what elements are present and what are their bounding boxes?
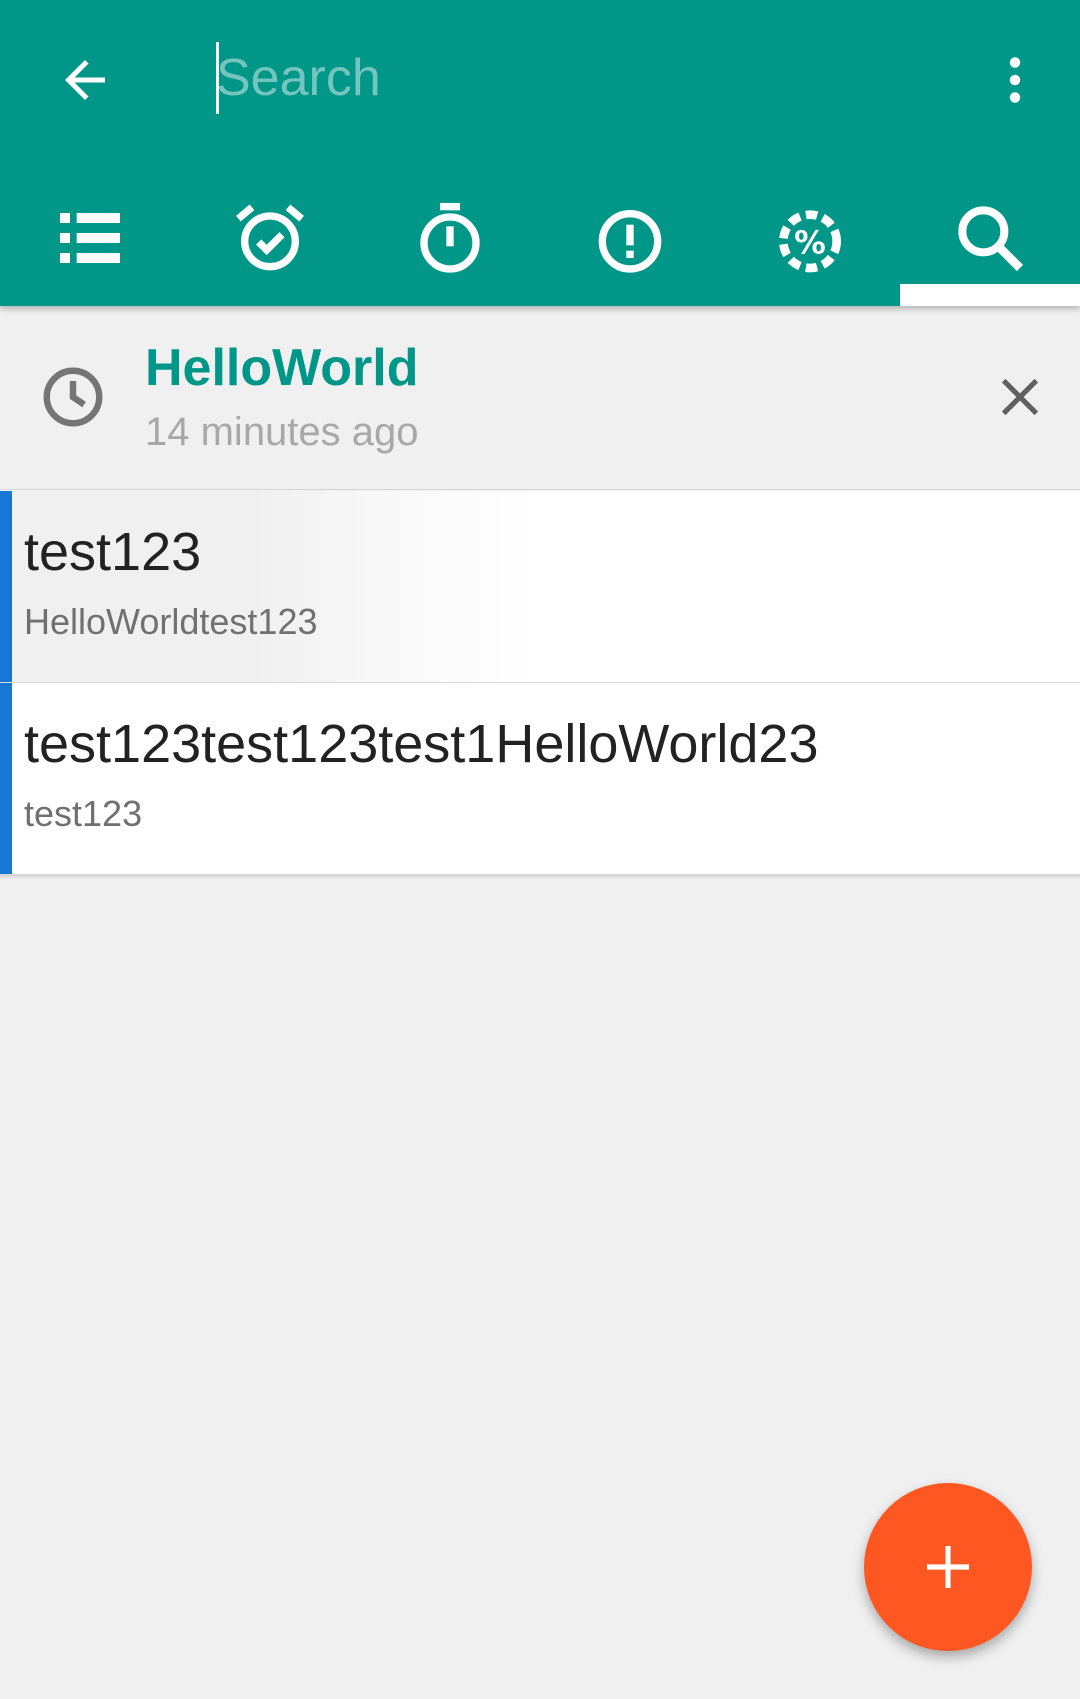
note-color-bar (0, 683, 12, 874)
list-icon (60, 213, 120, 263)
note-color-bar (0, 491, 12, 682)
clock-icon (43, 367, 103, 427)
close-icon (1001, 378, 1039, 416)
touch-ripple (12, 491, 540, 682)
history-query: HelloWorld (145, 339, 419, 397)
timer-icon (420, 203, 480, 273)
tab-progress[interactable]: % (720, 180, 900, 306)
alarm-check-icon (235, 204, 305, 271)
search-input[interactable] (216, 40, 916, 116)
more-vertical-icon (1009, 57, 1021, 103)
app-bar: % (0, 0, 1080, 306)
back-button[interactable] (40, 40, 130, 120)
search-icon (958, 206, 1024, 272)
search-history-item[interactable] (0, 306, 1080, 490)
list-shadow (0, 875, 1080, 879)
tab-timer[interactable] (360, 180, 540, 306)
progress-percent-icon: % (779, 210, 841, 273)
note-content-preview: HelloWorldtest123 (24, 601, 318, 642)
add-note-button[interactable] (864, 1483, 1032, 1651)
plus-icon (927, 1546, 969, 1588)
search-field[interactable] (216, 40, 916, 116)
alert-circle-icon (598, 209, 662, 273)
svg-text:%: % (794, 225, 826, 261)
note-item[interactable]: test123 HelloWorldtest123 (0, 491, 1080, 683)
tab-reminders[interactable] (180, 180, 360, 306)
note-item[interactable]: test123test123test1HelloWorld23 test123 (0, 683, 1080, 875)
more-options-button[interactable] (975, 40, 1055, 120)
selected-tab-indicator (900, 284, 1080, 306)
tab-bar: % (0, 180, 1080, 306)
arrow-left-icon (65, 60, 105, 100)
tab-all-notes[interactable] (0, 180, 180, 306)
remove-history-button[interactable] (985, 362, 1055, 432)
tab-search[interactable] (900, 180, 1080, 306)
note-title: test123 (24, 522, 202, 582)
text-cursor (216, 42, 219, 114)
note-content-preview: test123 (24, 793, 143, 834)
tab-important[interactable] (540, 180, 720, 306)
note-title: test123test123test1HelloWorld23 (24, 714, 819, 774)
history-timestamp: 14 minutes ago (145, 410, 419, 454)
